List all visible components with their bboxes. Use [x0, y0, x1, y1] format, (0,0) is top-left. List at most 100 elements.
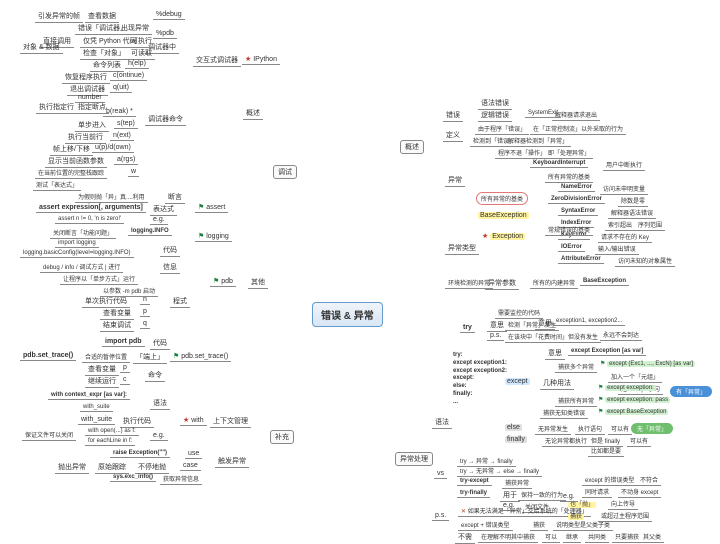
badge-has-exception[interactable]: 有「异常」: [670, 386, 712, 397]
n[interactable]: e.g.: [560, 493, 578, 502]
n[interactable]: 说明类型是父类子类: [553, 520, 613, 531]
n[interactable]: 检测到「错误」: [470, 136, 518, 147]
n[interactable]: 不需: [455, 532, 475, 544]
n[interactable]: 执行语句: [575, 424, 605, 435]
n[interactable]: 表达式: [150, 204, 177, 216]
node-else[interactable]: else: [505, 424, 522, 431]
n[interactable]: q(uit): [110, 84, 132, 93]
node-pst[interactable]: ⚑ pdb.set_trace(): [170, 352, 231, 362]
n[interactable]: 单次执行代码: [82, 296, 130, 308]
n[interactable]: 命令列表: [90, 60, 124, 72]
n[interactable]: n: [140, 296, 150, 305]
n[interactable]: 代码: [160, 245, 180, 257]
n[interactable]: 请求不存在的 Key: [598, 232, 652, 243]
n[interactable]: 可以有: [608, 424, 632, 435]
n[interactable]: 指定断点: [75, 102, 109, 114]
n[interactable]: 代码: [150, 338, 170, 350]
n[interactable]: 引发异常的帧: [35, 11, 83, 23]
n[interactable]: 在该块中「花费时间」但没有发生: [505, 332, 601, 343]
n[interactable]: for eachLine in f:: [85, 438, 135, 446]
node-exc-handling[interactable]: 异常处理: [395, 452, 433, 466]
n[interactable]: 意思: [545, 348, 565, 360]
n[interactable]: 「端上」: [133, 352, 167, 364]
n[interactable]: p: [120, 364, 130, 373]
n[interactable]: 除数是零: [618, 196, 648, 207]
n[interactable]: 序列范围: [635, 220, 665, 231]
node-trig[interactable]: 触发异常: [215, 456, 249, 468]
n[interactable]: except Exception [as var]: [568, 348, 646, 356]
n[interactable]: import pdb: [102, 338, 145, 347]
n[interactable]: with open(...) as f:: [85, 428, 139, 436]
n[interactable]: ⚑ except exception: pass: [598, 396, 670, 403]
n[interactable]: debug / info / 调试方式 | 进行: [40, 262, 123, 273]
n[interactable]: 获取异常信息: [160, 474, 202, 485]
n[interactable]: 抛出异常: [55, 462, 89, 474]
n[interactable]: raise Exception(""): [110, 450, 170, 458]
n[interactable]: 语法: [432, 417, 452, 429]
n[interactable]: 执行指定行: [36, 102, 77, 114]
n[interactable]: 显示当前函数参数: [45, 156, 107, 168]
n[interactable]: 保持一致的行为: [518, 490, 566, 501]
n[interactable]: SyntaxError: [558, 208, 598, 216]
n[interactable]: 调试器命令: [145, 114, 186, 126]
node-debug[interactable]: 调试: [273, 165, 297, 179]
n[interactable]: 捕获: [530, 520, 548, 531]
n[interactable]: 由于程序「错误」: [475, 124, 529, 135]
node-finally[interactable]: finally: [505, 436, 527, 443]
n[interactable]: 不停地抛: [135, 462, 169, 474]
n[interactable]: 异常: [445, 175, 465, 187]
n[interactable]: 关闭断言「功能问题」: [50, 228, 116, 239]
badge-no-exception[interactable]: 无「异常」: [631, 423, 673, 434]
n[interactable]: 访问未申明变量: [600, 184, 648, 195]
n[interactable]: 异常类型: [445, 243, 479, 255]
node-ctx[interactable]: 上下文管理: [210, 416, 251, 428]
n[interactable]: assert expression[, arguments]: [36, 204, 146, 213]
n[interactable]: 用于: [500, 490, 520, 502]
n[interactable]: logging.basicConfig(level=logging.INFO): [20, 250, 134, 258]
n[interactable]: 语法: [150, 398, 170, 410]
n[interactable]: ⚑ except (Exc1, ..., ExcN) [as var]: [600, 360, 695, 367]
n[interactable]: 逻辑错误: [478, 110, 512, 122]
n[interactable]: 保证文件可以关闭: [22, 430, 76, 441]
n[interactable]: 即「处理异常」: [545, 148, 593, 159]
n[interactable]: 索引超出: [605, 220, 635, 231]
n[interactable]: try-finally: [457, 490, 490, 498]
n[interactable]: 常规错误的基类: [545, 225, 593, 236]
n[interactable]: 信息: [160, 262, 180, 274]
n[interactable]: BaseException: [478, 212, 529, 219]
n[interactable]: c: [120, 376, 130, 385]
n[interactable]: SystemExit: [525, 110, 561, 118]
n[interactable]: 比如都是要: [588, 446, 624, 457]
n[interactable]: u(p)/d(own): [92, 144, 134, 153]
node-ipy[interactable]: 交互式调试器: [193, 55, 241, 67]
n[interactable]: 为假则抛「异」真....利用: [75, 192, 148, 203]
node-exc-overview[interactable]: 概述: [400, 140, 424, 154]
n[interactable]: try → 无异常 → else → finally: [457, 466, 542, 477]
n[interactable]: w: [128, 168, 139, 177]
n[interactable]: KeyboardInterrupt: [530, 160, 588, 168]
n[interactable]: AttributeError: [558, 256, 604, 264]
n[interactable]: 断言: [165, 192, 185, 204]
n[interactable]: q: [140, 320, 150, 329]
n[interactable]: 检测「异常」发生: [505, 320, 559, 331]
n[interactable]: 恢复程序执行: [62, 72, 110, 84]
node-logging[interactable]: ⚑ logging: [195, 232, 232, 242]
n[interactable]: 只要捕获: [612, 532, 642, 543]
n[interactable]: n(ext): [110, 132, 134, 141]
n[interactable]: h(elp): [125, 60, 149, 69]
n[interactable]: 命令: [145, 370, 165, 382]
n[interactable]: 在理解不明其中捕获: [478, 532, 538, 543]
n[interactable]: except 的错误类型: [582, 475, 637, 486]
n[interactable]: 输入/输出错误: [595, 244, 639, 255]
n[interactable]: with_suite: [78, 416, 115, 425]
n[interactable]: 对象 & 数据: [20, 42, 63, 54]
n[interactable]: NameError: [558, 184, 595, 192]
n[interactable]: 测试「表达式」: [33, 180, 81, 191]
n[interactable]: 帧上移/下移: [50, 144, 93, 156]
n[interactable]: assert n != 0, 'n is zero!': [55, 216, 124, 224]
n[interactable]: ⚑ except exception:: [598, 384, 656, 391]
n[interactable]: 永远不会到达: [600, 330, 642, 341]
n[interactable]: 其父类: [640, 532, 664, 543]
n[interactable]: 查看变量: [100, 308, 134, 320]
n[interactable]: 让程序以「单步方式」运行: [60, 274, 138, 285]
